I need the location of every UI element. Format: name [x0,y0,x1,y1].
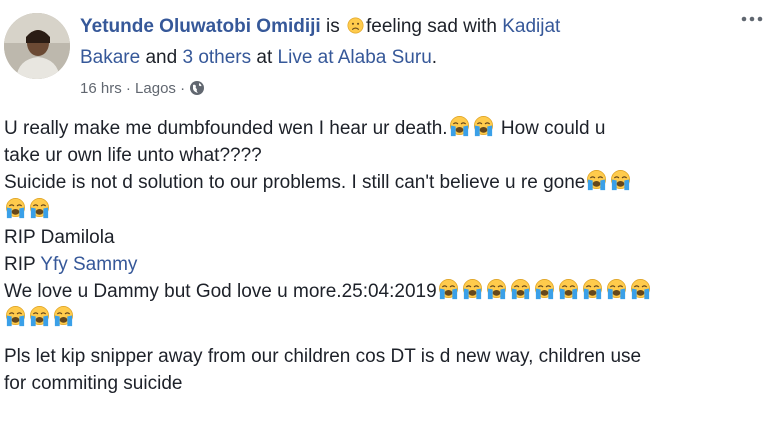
tagged-others-link[interactable]: 3 others [182,47,251,68]
crying-emoji-icon [533,278,556,301]
body-line: take ur own life unto what???? [4,145,262,167]
mentioned-friend-link[interactable]: Yfy Sammy [40,254,137,275]
post-header-line2: Bakare and 3 others at Live at Alaba Sur… [80,45,437,71]
sad-face-emoji-icon [347,17,364,34]
tagged-friend-link-cont[interactable]: Bakare [80,47,140,68]
body-text-segment: We love u Dammy but God love u more.25:0… [4,281,437,303]
feeling-text: feeling sad with [365,16,497,37]
globe-icon[interactable] [189,80,205,96]
author-name[interactable]: Yetunde Oluwatobi Omidiji [80,16,321,37]
crying-emoji-icon [28,197,51,220]
meta-separator: · [125,80,131,97]
crying-emoji-icon [461,278,484,301]
body-line: Suicide is not d solution to our problem… [4,169,774,196]
body-line: for commiting suicide [4,372,183,394]
post-meta: 16 hrs · Lagos · [80,78,205,100]
period: . [431,47,438,68]
is-word: is [325,16,340,37]
post-location[interactable]: Lagos [135,80,176,97]
post-body: U really make me dumbfounded wen I hear … [4,115,774,397]
at-word: at [256,47,273,68]
more-options-icon[interactable] [736,8,768,30]
crying-emoji-icon [52,305,75,328]
facebook-post: Yetunde Oluwatobi Omidiji is feeling sad… [0,0,777,439]
post-time[interactable]: 16 hrs [80,80,122,97]
crying-emoji-icon [28,305,51,328]
place-link[interactable]: Live at Alaba Suru [278,47,432,68]
body-text-segment: How could u [495,118,606,139]
crying-emoji-icon [557,278,580,301]
and-word: and [145,47,178,68]
body-text-segment: U really make me dumbfounded wen I hear … [4,118,448,139]
body-line: RIP Damilola [4,226,115,248]
body-line: Pls let kip snipper away from our childr… [4,345,642,367]
body-line [4,197,774,224]
crying-emoji-icon [472,115,495,138]
body-line: RIP Yfy Sammy [4,251,774,278]
post-header: Yetunde Oluwatobi Omidiji is feeling sad… [80,14,560,40]
crying-emoji-icon [629,278,652,301]
crying-emoji-icon [4,197,27,220]
author-avatar[interactable] [4,13,70,79]
body-text-segment: RIP [4,254,41,276]
crying-emoji-icon [448,115,471,138]
body-line: We love u Dammy but God love u more.25:0… [4,278,774,305]
body-text-segment: Suicide is not d solution to our problem… [4,172,586,194]
crying-emoji-icon [4,305,27,328]
body-line: U really make me dumbfounded wen I hear … [4,115,774,142]
tagged-friend-link[interactable]: Kadijat [502,16,560,37]
crying-emoji-icon [509,278,532,301]
crying-emoji-icon [485,278,508,301]
crying-emoji-icon [585,169,608,192]
crying-emoji-icon [609,169,632,192]
crying-emoji-icon [581,278,604,301]
crying-emoji-icon [605,278,628,301]
body-line [4,305,774,332]
meta-separator: · [180,80,186,97]
crying-emoji-icon [437,278,460,301]
